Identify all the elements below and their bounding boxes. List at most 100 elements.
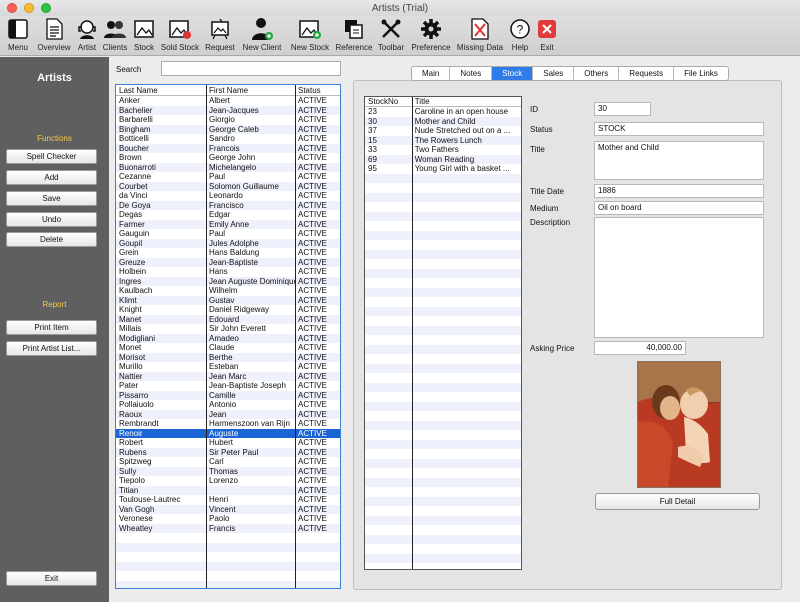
table-row[interactable]: Knight Daniel Ridgeway ACTIVE <box>116 305 340 315</box>
add-button[interactable]: Add <box>6 170 97 185</box>
table-row[interactable]: Modigliani Amadeo ACTIVE <box>116 333 340 343</box>
table-row[interactable]: Ingres Jean Auguste Dominique ACTIVE <box>116 276 340 286</box>
title-field[interactable]: Mother and Child <box>594 141 764 180</box>
table-row[interactable]: Pissarro Camille ACTIVE <box>116 390 340 400</box>
table-row[interactable]: Boucher Francois ACTIVE <box>116 143 340 153</box>
table-row[interactable]: Sully Thomas ACTIVE <box>116 466 340 476</box>
table-row[interactable]: Farmer Emily Anne ACTIVE <box>116 219 340 229</box>
table-row[interactable]: Greuze Jean-Baptiste ACTIVE <box>116 257 340 267</box>
toolbar-reference-button[interactable]: Reference <box>334 16 374 56</box>
asking-price-field[interactable]: 40,000.00 <box>594 341 686 355</box>
print-artist-list-button[interactable]: Print Artist List... <box>6 341 97 356</box>
table-row[interactable]: Grein Hans Baldung ACTIVE <box>116 248 340 258</box>
table-row[interactable]: Bingham George Caleb ACTIVE <box>116 124 340 134</box>
table-row[interactable]: Toulouse-Lautrec Henri ACTIVE <box>116 495 340 505</box>
medium-field[interactable]: Oil on board <box>594 201 764 215</box>
table-row[interactable]: Courbet Solomon Guillaume ACTIVE <box>116 181 340 191</box>
table-row[interactable]: Bachelier Jean-Jacques ACTIVE <box>116 105 340 115</box>
artist-list[interactable]: Last Name First Name Status Anker Albert A… <box>115 84 341 589</box>
toolbar-new-client-button[interactable]: New Client <box>238 16 286 56</box>
table-row[interactable]: Kaulbach Wilhelm ACTIVE <box>116 286 340 296</box>
table-row[interactable]: Pollaiuolo Antonio ACTIVE <box>116 400 340 410</box>
toolbar-preference-button[interactable]: Preference <box>408 16 454 56</box>
tab-notes[interactable]: Notes <box>450 67 493 80</box>
table-row[interactable]: Buonarroti Michelangelo ACTIVE <box>116 162 340 172</box>
table-row[interactable]: Nattier Jean Marc ACTIVE <box>116 371 340 381</box>
table-row[interactable]: Robert Hubert ACTIVE <box>116 438 340 448</box>
table-row[interactable]: Morisot Berthe ACTIVE <box>116 352 340 362</box>
table-row[interactable]: Renoir Auguste ACTIVE <box>116 428 340 438</box>
tab-main[interactable]: Main <box>412 67 451 80</box>
delete-button[interactable]: Delete <box>6 232 97 247</box>
table-row[interactable]: da Vinci Leonardo ACTIVE <box>116 191 340 201</box>
search-input[interactable] <box>161 61 341 76</box>
table-row[interactable]: Barbarelli Giorgio ACTIVE <box>116 115 340 125</box>
toolbar-help-button[interactable]: ? Help <box>506 16 534 56</box>
table-row[interactable]: Rubens Sir Peter Paul ACTIVE <box>116 447 340 457</box>
toolbar-new-stock-button[interactable]: New Stock <box>286 16 334 56</box>
table-row[interactable]: Pater Jean-Baptiste Joseph ACTIVE <box>116 381 340 391</box>
toolbar-toolbar-button[interactable]: Toolbar <box>374 16 408 56</box>
toolbar-overview-button[interactable]: Overview <box>34 16 74 56</box>
table-row[interactable]: 23 Caroline in an open house <box>365 107 521 117</box>
toolbar-missing-data-button[interactable]: Missing Data <box>454 16 506 56</box>
stockno-column-header[interactable]: StockNo <box>365 97 412 106</box>
stock-list[interactable]: StockNo Title 23 Caroline in an open hous… <box>364 96 522 570</box>
table-row[interactable]: Millais Sir John Everett ACTIVE <box>116 324 340 334</box>
tab-file-links[interactable]: File Links <box>674 67 728 80</box>
last-name-cell: Greuze <box>119 257 146 267</box>
toolbar-sold-stock-button[interactable]: Sold Stock <box>158 16 202 56</box>
tab-requests[interactable]: Requests <box>619 67 675 80</box>
table-row[interactable]: Botticelli Sandro ACTIVE <box>116 134 340 144</box>
status-field[interactable]: STOCK <box>594 122 764 136</box>
description-field[interactable] <box>594 217 764 338</box>
title-date-field[interactable]: 1886 <box>594 184 764 198</box>
toolbar-clients-button[interactable]: Clients <box>100 16 130 56</box>
table-row[interactable]: 95 Young Girl with a basket ... <box>365 164 521 174</box>
last-name-column-header[interactable]: Last Name <box>116 85 206 95</box>
first-name-column-header[interactable]: First Name <box>206 85 295 95</box>
toolbar-artist-button[interactable]: Artist <box>74 16 100 56</box>
save-button[interactable]: Save <box>6 191 97 206</box>
table-row[interactable]: Holbein Hans ACTIVE <box>116 267 340 277</box>
spell-checker-button[interactable]: Spell Checker <box>6 149 97 164</box>
toolbar-stock-button[interactable]: Stock <box>130 16 158 56</box>
table-row[interactable]: 30 Mother and Child <box>365 116 521 126</box>
table-row[interactable]: Brown George John ACTIVE <box>116 153 340 163</box>
table-row[interactable]: Anker Albert ACTIVE <box>116 96 340 106</box>
table-row[interactable]: Titian ACTIVE <box>116 485 340 495</box>
undo-button[interactable]: Undo <box>6 212 97 227</box>
table-row[interactable]: Manet Edouard ACTIVE <box>116 314 340 324</box>
table-row[interactable]: 37 Nude Stretched out on a ... <box>365 126 521 136</box>
table-row[interactable]: 33 Two Fathers <box>365 145 521 155</box>
table-row[interactable]: Wheatley Francis ACTIVE <box>116 523 340 533</box>
toolbar-exit-button[interactable]: Exit <box>534 16 560 56</box>
table-row[interactable]: Veronese Paolo ACTIVE <box>116 514 340 524</box>
table-row[interactable]: Spitzweg Carl ACTIVE <box>116 457 340 467</box>
id-field[interactable]: 30 <box>594 102 651 116</box>
toolbar-menu-button[interactable]: Menu <box>2 16 34 56</box>
table-row[interactable]: Tiepolo Lorenzo ACTIVE <box>116 476 340 486</box>
table-row[interactable]: De Goya Francisco ACTIVE <box>116 200 340 210</box>
tab-sales[interactable]: Sales <box>533 67 575 80</box>
table-row[interactable]: Gauguin Paul ACTIVE <box>116 229 340 239</box>
exit-button[interactable]: Exit <box>6 571 97 586</box>
toolbar-request-button[interactable]: Request <box>202 16 238 56</box>
table-row[interactable]: Goupil Jules Adolphe ACTIVE <box>116 238 340 248</box>
table-row[interactable]: Van Gogh Vincent ACTIVE <box>116 504 340 514</box>
table-row[interactable]: Raoux Jean ACTIVE <box>116 409 340 419</box>
title-column-header[interactable]: Title <box>412 97 521 106</box>
print-item-button[interactable]: Print Item <box>6 320 97 335</box>
table-row[interactable]: Monet Claude ACTIVE <box>116 343 340 353</box>
status-column-header[interactable]: Status <box>295 85 340 95</box>
tab-others[interactable]: Others <box>574 67 620 80</box>
table-row[interactable]: 69 Woman Reading <box>365 154 521 164</box>
table-row[interactable]: 15 The Rowers Lunch <box>365 135 521 145</box>
table-row[interactable]: Murillo Esteban ACTIVE <box>116 362 340 372</box>
table-row[interactable]: Degas Edgar ACTIVE <box>116 210 340 220</box>
table-row[interactable]: Klimt Gustav ACTIVE <box>116 295 340 305</box>
table-row[interactable]: Cezanne Paul ACTIVE <box>116 172 340 182</box>
table-row[interactable]: Rembrandt Harmenszoon van Rijn ACTIVE <box>116 419 340 429</box>
tab-stock[interactable]: Stock <box>492 67 534 80</box>
full-detail-button[interactable]: Full Detail <box>595 493 760 510</box>
